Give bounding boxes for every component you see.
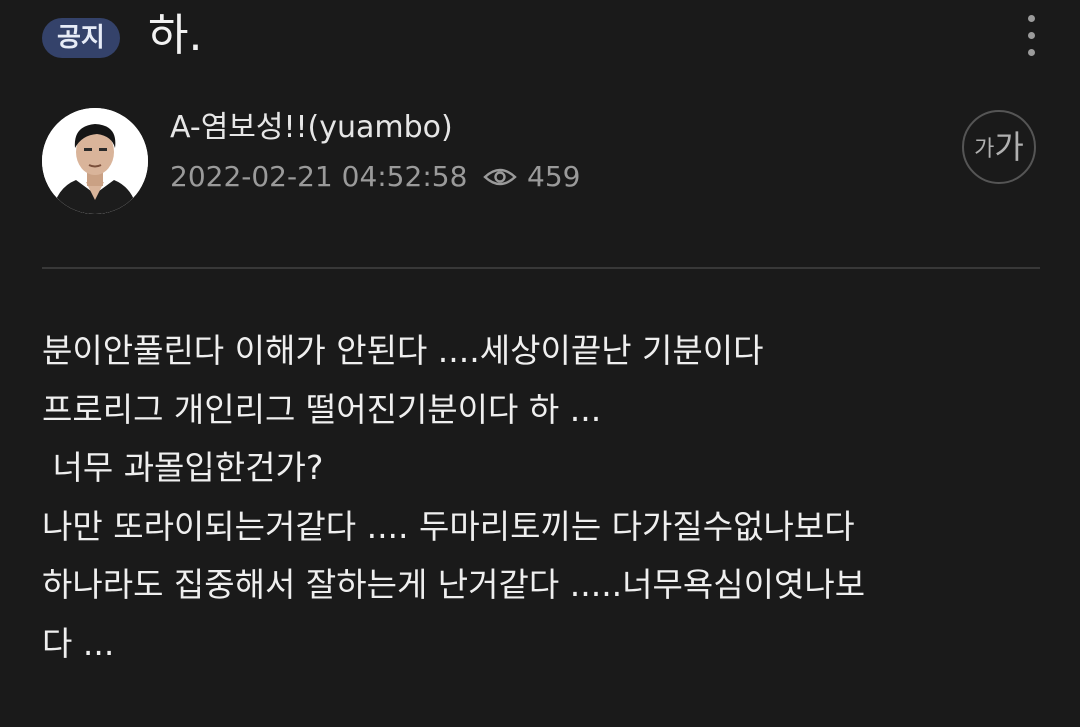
body-line: 하나라도 집중해서 잘하는게 난거같다 .....너무욕심이엿나보 — [42, 565, 866, 604]
post-date: 2022-02-21 04:52:58 — [170, 160, 468, 193]
more-vertical-icon — [1028, 15, 1035, 22]
view-count-value: 459 — [527, 160, 581, 193]
avatar[interactable] — [42, 108, 148, 214]
divider — [42, 267, 1040, 269]
more-vertical-icon — [1028, 32, 1035, 39]
body-line: 분이안풀린다 이해가 안된다 ....세상이끝난 기분이다 — [42, 331, 764, 370]
body-line: 다 ... — [42, 623, 115, 663]
avatar-illustration — [42, 108, 148, 214]
post-body: 분이안풀린다 이해가 안된다 ....세상이끝난 기분이다 프로리그 개인리그 … — [42, 322, 1042, 673]
post-title: 하. — [148, 10, 203, 61]
more-vertical-icon — [1028, 49, 1035, 56]
post-header: 공지 하. — [42, 10, 1042, 64]
view-count: 459 — [483, 158, 580, 196]
notice-badge: 공지 — [42, 18, 120, 58]
font-size-icon-large: 가 — [994, 128, 1024, 166]
eye-icon — [483, 168, 517, 186]
font-size-icon-small: 가 — [974, 137, 995, 162]
body-line: 너무 과몰입한건가? — [42, 448, 324, 487]
font-size-button[interactable]: 가 가 — [962, 110, 1036, 184]
body-line: 프로리그 개인리그 떨어진기분이다 하 ... — [42, 389, 602, 429]
author-name[interactable]: A-염보성!!(yuambo) — [170, 108, 453, 148]
body-line: 나만 또라이되는거같다 .... 두마리토끼는 다가질수없나보다 — [42, 506, 855, 546]
more-options-button[interactable] — [1017, 14, 1047, 58]
